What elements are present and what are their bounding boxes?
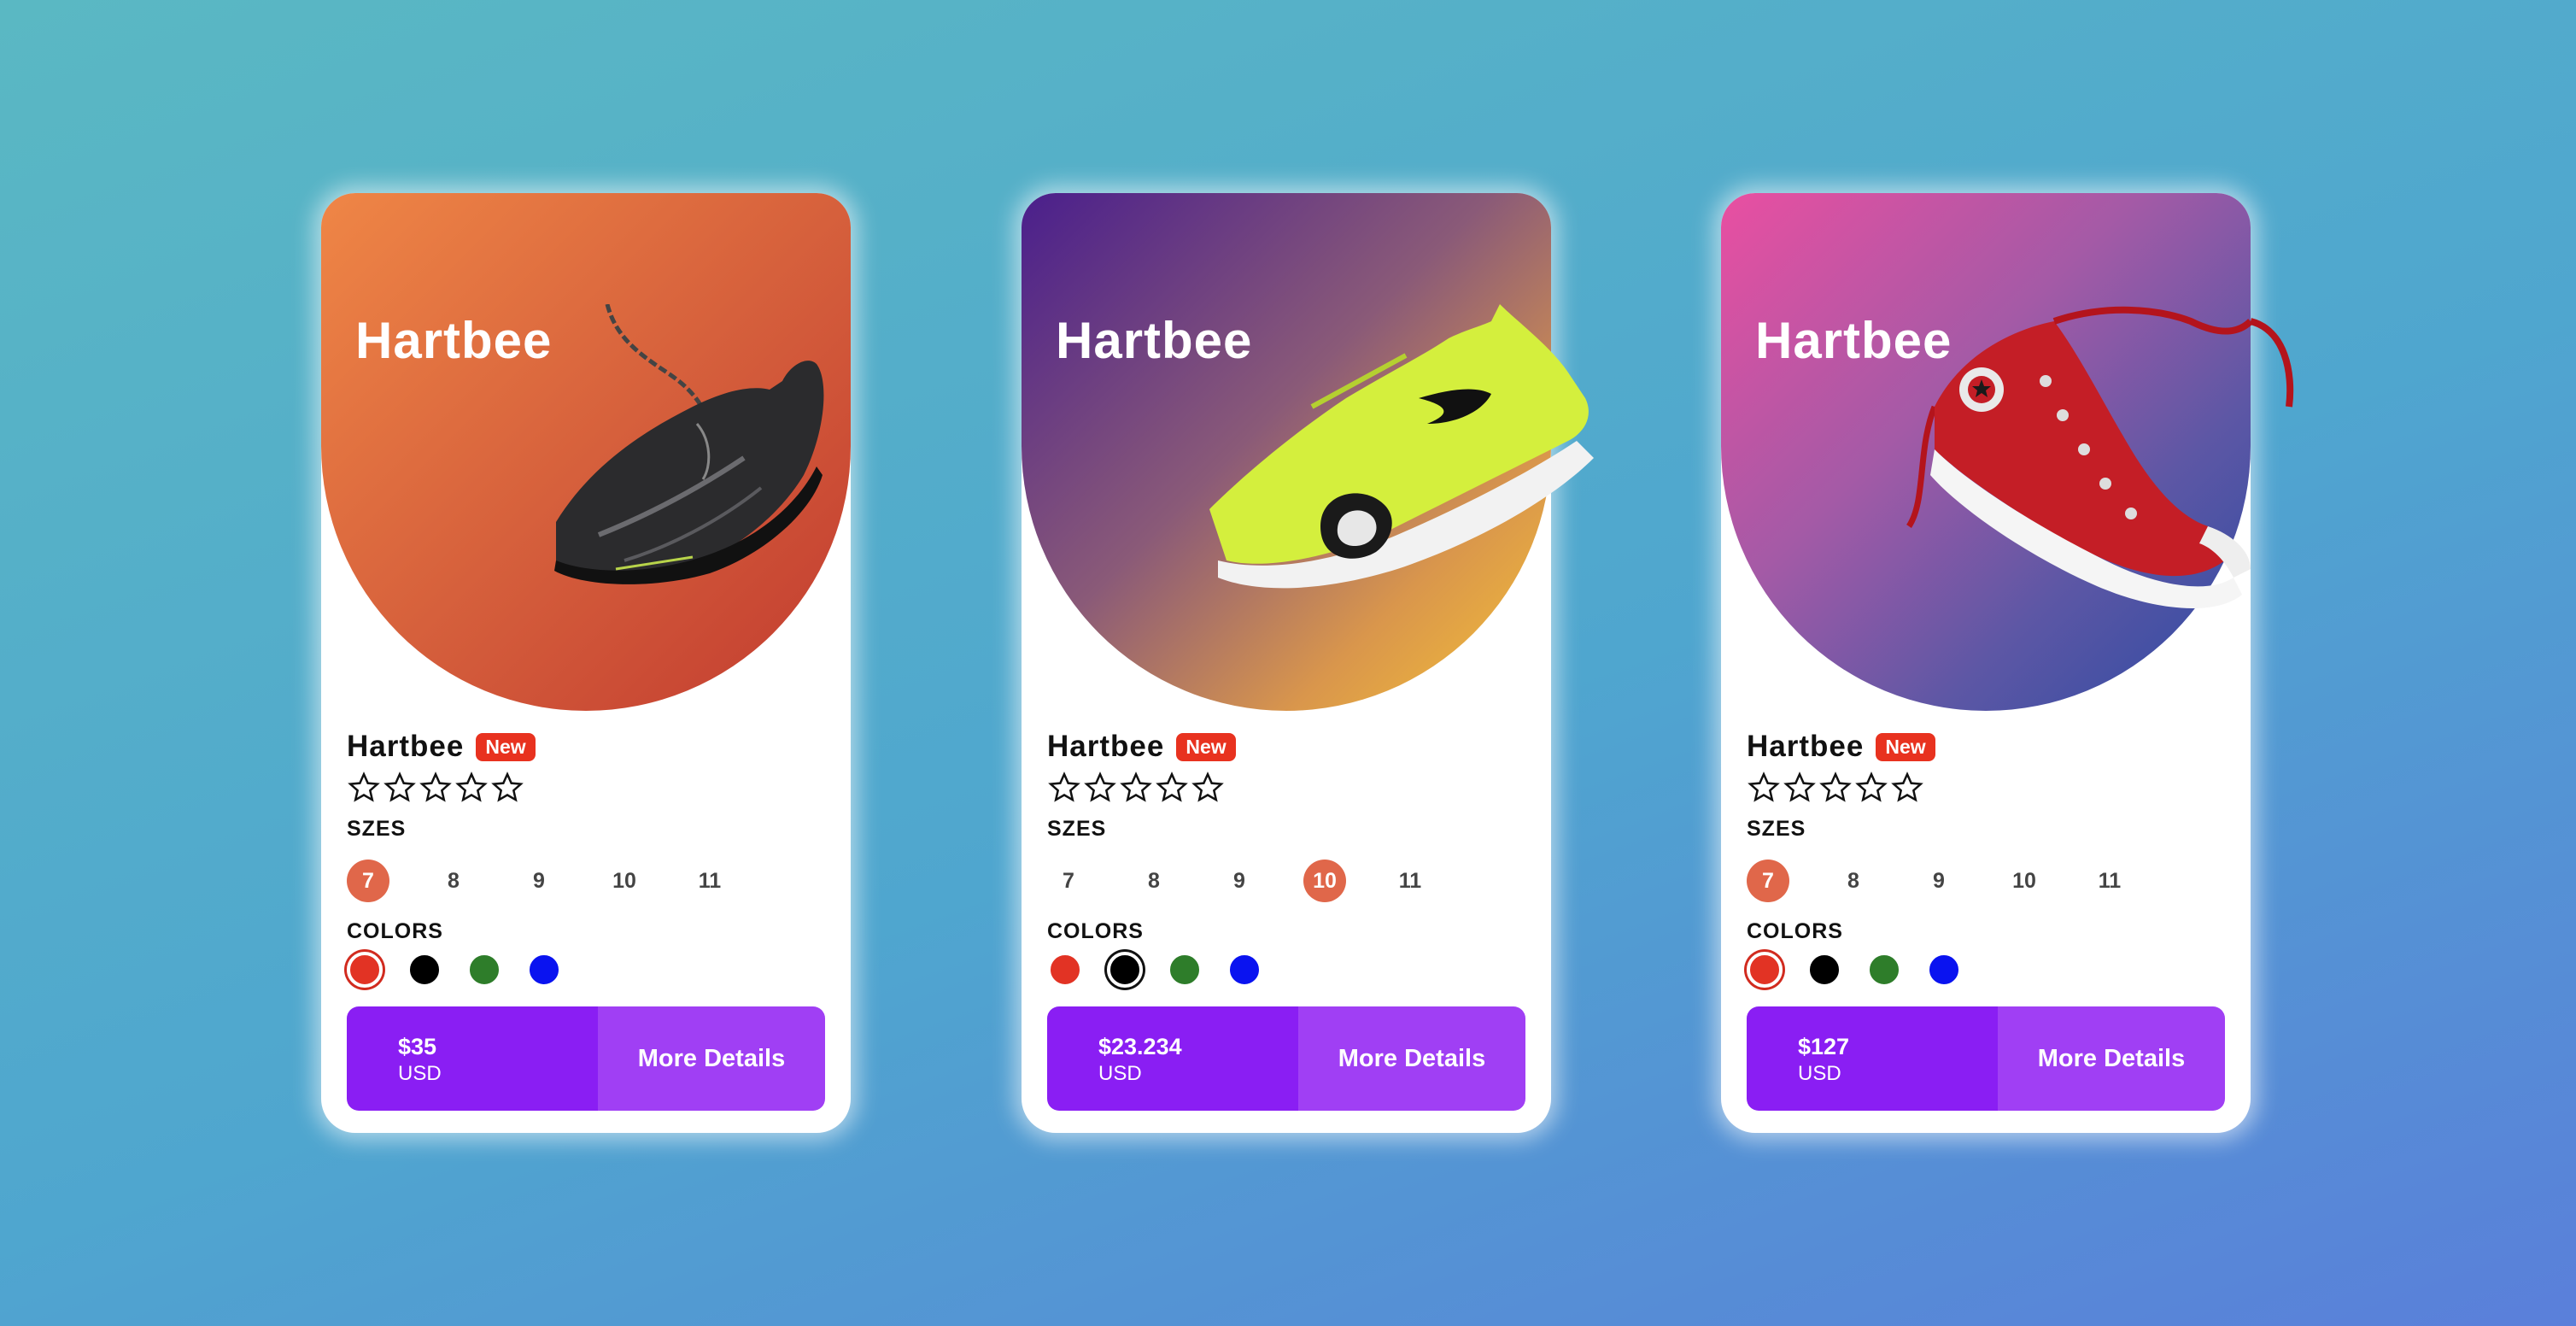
color-swatch-blue[interactable] (1227, 952, 1262, 988)
size-option-7[interactable]: 7 (1747, 860, 1789, 902)
size-option-11[interactable]: 11 (1389, 860, 1431, 902)
sizes-label: SZES (347, 817, 407, 841)
star-icon[interactable] (1119, 771, 1153, 805)
color-swatch-green[interactable] (466, 952, 502, 988)
color-swatch-black[interactable] (407, 952, 442, 988)
star-icon[interactable] (1747, 771, 1781, 805)
price-currency: USD (398, 1062, 442, 1085)
price-currency: USD (1798, 1062, 1841, 1085)
new-badge: New (476, 732, 536, 761)
more-details-button[interactable]: More Details (598, 1006, 825, 1111)
size-option-9[interactable]: 9 (518, 860, 560, 902)
sizes-label: SZES (1747, 817, 1806, 841)
product-card: Hartbee Hartbee New SZES 7 8 9 10 11 COL… (321, 193, 851, 1133)
color-swatch-blue[interactable] (1926, 952, 1962, 988)
price-block: $35 USD (347, 1006, 598, 1111)
black-running-shoe-image (554, 304, 824, 584)
star-icon[interactable] (490, 771, 524, 805)
colors-label: COLORS (1047, 919, 1144, 943)
size-option-10[interactable]: 10 (1303, 860, 1346, 902)
size-option-8[interactable]: 8 (1133, 860, 1175, 902)
rating-stars (1747, 771, 1926, 805)
size-option-7[interactable]: 7 (347, 860, 389, 902)
size-option-9[interactable]: 9 (1917, 860, 1960, 902)
color-swatch-black[interactable] (1107, 952, 1143, 988)
color-swatch-red[interactable] (1047, 952, 1083, 988)
purchase-bar: $127 USD More Details (1747, 1006, 2225, 1111)
purchase-bar: $35 USD More Details (347, 1006, 825, 1111)
size-option-11[interactable]: 11 (2088, 860, 2131, 902)
color-options (1747, 952, 1986, 988)
rating-stars (1047, 771, 1227, 805)
color-swatch-green[interactable] (1167, 952, 1203, 988)
star-icon[interactable] (419, 771, 453, 805)
price-currency: USD (1098, 1062, 1142, 1085)
more-details-button[interactable]: More Details (1298, 1006, 1525, 1111)
size-option-11[interactable]: 11 (688, 860, 731, 902)
new-badge: New (1876, 732, 1935, 761)
star-icon[interactable] (1191, 771, 1225, 805)
star-icon[interactable] (1783, 771, 1817, 805)
product-name-row: Hartbee New (347, 730, 536, 764)
size-option-10[interactable]: 10 (2003, 860, 2046, 902)
product-name: Hartbee (1747, 730, 1865, 763)
color-swatch-red[interactable] (347, 952, 383, 988)
size-option-9[interactable]: 9 (1218, 860, 1261, 902)
size-options: 7 8 9 10 11 (1747, 860, 2174, 902)
purchase-bar: $23.234 USD More Details (1047, 1006, 1525, 1111)
new-badge: New (1176, 732, 1236, 761)
price-block: $23.234 USD (1047, 1006, 1298, 1111)
neon-green-trainer-image (1209, 304, 1594, 589)
product-name-row: Hartbee New (1047, 730, 1236, 764)
size-option-10[interactable]: 10 (603, 860, 646, 902)
color-swatch-blue[interactable] (526, 952, 562, 988)
star-icon[interactable] (1890, 771, 1924, 805)
more-details-button[interactable]: More Details (1998, 1006, 2225, 1111)
star-icon[interactable] (383, 771, 417, 805)
colors-label: COLORS (1747, 919, 1843, 943)
star-icon[interactable] (1047, 771, 1081, 805)
star-icon[interactable] (1818, 771, 1853, 805)
color-options (347, 952, 586, 988)
sizes-label: SZES (1047, 817, 1107, 841)
size-option-8[interactable]: 8 (432, 860, 475, 902)
price-amount: $23.234 (1098, 1034, 1182, 1059)
color-swatch-red[interactable] (1747, 952, 1783, 988)
product-card: Hartbee Hartbee New SZES 7 8 9 10 11 COL… (1721, 193, 2294, 1133)
red-high-top-sneaker-image (1906, 306, 2294, 609)
color-options (1047, 952, 1286, 988)
product-name: Hartbee (1047, 730, 1165, 763)
star-icon[interactable] (1854, 771, 1888, 805)
star-icon[interactable] (1083, 771, 1117, 805)
star-icon[interactable] (1155, 771, 1189, 805)
price-block: $127 USD (1747, 1006, 1998, 1111)
product-name-row: Hartbee New (1747, 730, 1935, 764)
rating-stars (347, 771, 526, 805)
product-name: Hartbee (347, 730, 465, 763)
colors-label: COLORS (347, 919, 443, 943)
star-icon[interactable] (347, 771, 381, 805)
size-options: 7 8 9 10 11 (1047, 860, 1474, 902)
color-swatch-green[interactable] (1866, 952, 1902, 988)
size-option-7[interactable]: 7 (1047, 860, 1090, 902)
size-options: 7 8 9 10 11 (347, 860, 774, 902)
color-swatch-black[interactable] (1806, 952, 1842, 988)
price-amount: $35 (398, 1034, 437, 1059)
size-option-8[interactable]: 8 (1832, 860, 1875, 902)
star-icon[interactable] (454, 771, 489, 805)
product-card: Hartbee Hartbee New SZES 7 8 9 10 11 COL… (1022, 193, 1594, 1133)
price-amount: $127 (1798, 1034, 1850, 1059)
